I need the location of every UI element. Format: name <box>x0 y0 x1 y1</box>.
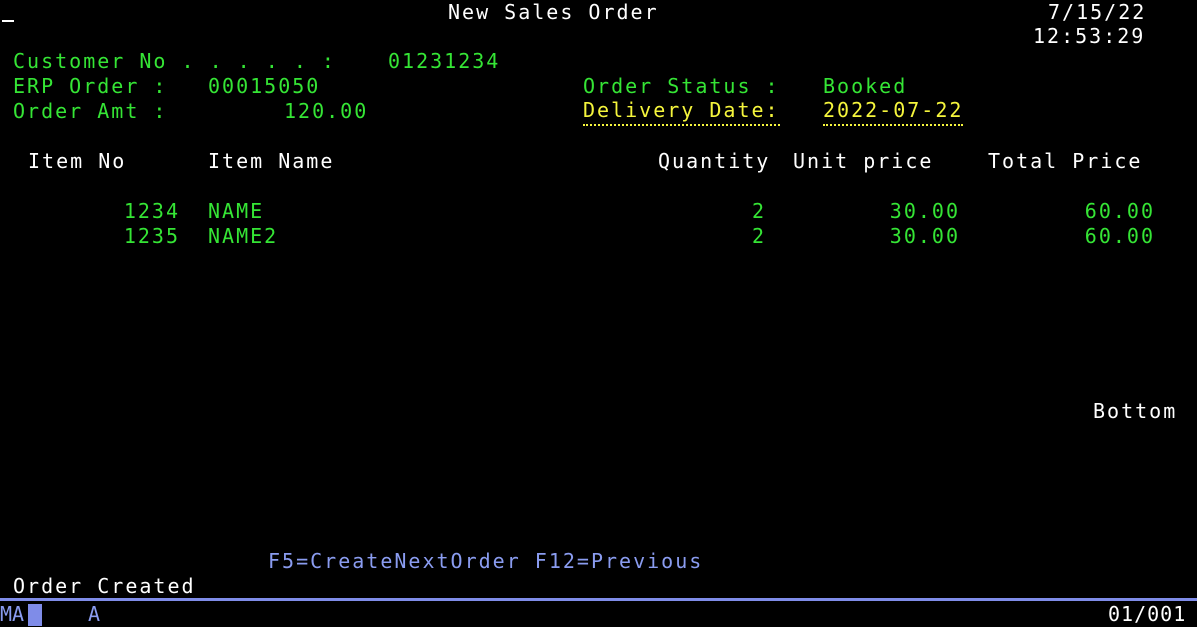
delivery-date-label: Delivery Date: <box>583 99 780 126</box>
col-unit-price: Unit price <box>793 149 934 173</box>
row-1-item-no: 1234 <box>123 199 180 223</box>
order-amt-value: 120.00 <box>284 99 369 123</box>
status-bar: MA A 01/001 <box>0 601 1197 627</box>
col-total-price: Total Price <box>988 149 1143 173</box>
cursor-position: 01/001 <box>1108 602 1187 626</box>
system-date: 7/15/22 <box>1048 0 1147 24</box>
row-2-item-no: 1235 <box>123 224 180 248</box>
col-quantity: Quantity <box>658 149 771 173</box>
order-amt-label: Order Amt : <box>13 99 168 123</box>
customer-no-label: Customer No . . . . . : <box>13 49 336 73</box>
col-item-no: Item No <box>28 149 127 173</box>
row-2-unit-price: 30.00 <box>889 224 960 248</box>
row-2-item-name: NAME2 <box>208 224 279 248</box>
customer-no-value: 01231234 <box>388 49 501 73</box>
row-2-total-price: 60.00 <box>1084 224 1155 248</box>
delivery-date-input[interactable]: 2022-07-22 <box>823 99 964 126</box>
input-inhibited-block-icon <box>28 604 42 626</box>
col-item-name: Item Name <box>208 149 335 173</box>
session-indicator: MA <box>0 602 25 626</box>
keyboard-mode-indicator: A <box>88 602 103 626</box>
row-1-item-name: NAME <box>208 199 265 223</box>
erp-order-value: 00015050 <box>208 74 321 98</box>
order-status-label: Order Status : <box>583 74 780 98</box>
row-2-quantity: 2 <box>751 224 766 248</box>
screen-title: New Sales Order <box>448 0 659 24</box>
row-1-quantity: 2 <box>751 199 766 223</box>
message-line: Order Created <box>13 574 196 598</box>
text-cursor <box>2 20 14 22</box>
erp-order-label: ERP Order : <box>13 74 168 98</box>
row-1-unit-price: 30.00 <box>889 199 960 223</box>
more-indicator: Bottom <box>1093 399 1178 423</box>
row-1-total-price: 60.00 <box>1084 199 1155 223</box>
function-keys-line[interactable]: F5=CreateNextOrder F12=Previous <box>268 549 703 574</box>
system-time: 12:53:29 <box>1033 24 1146 48</box>
order-status-value: Booked <box>823 74 908 98</box>
